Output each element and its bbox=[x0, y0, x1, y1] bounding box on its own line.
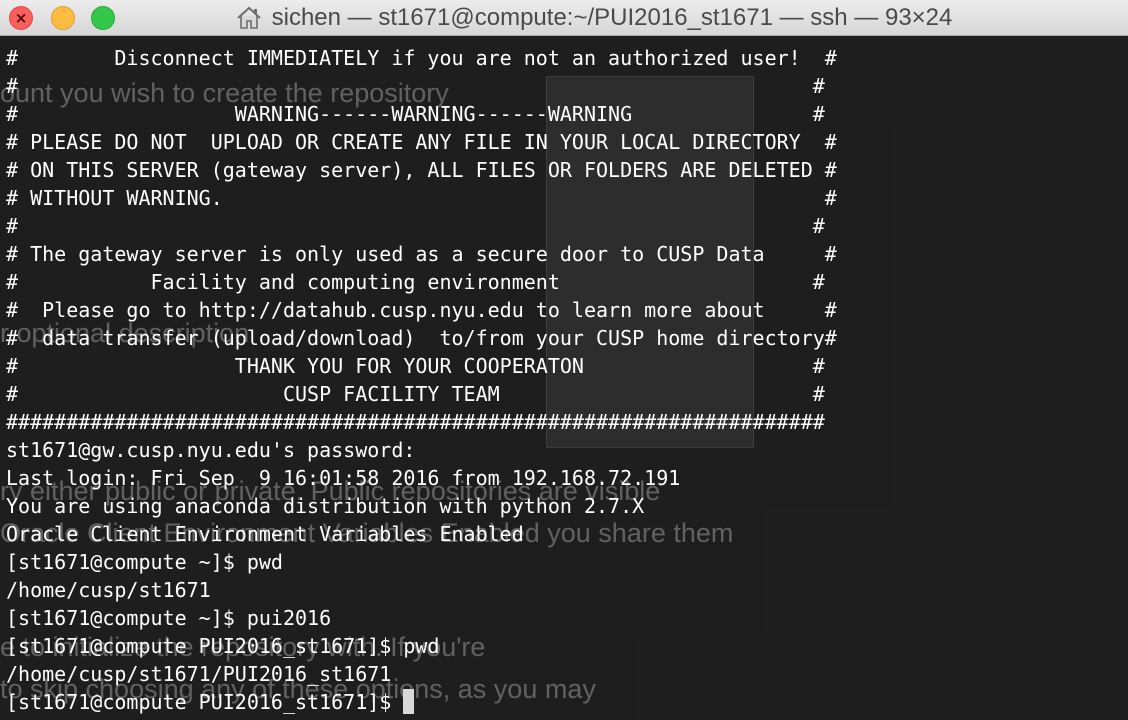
terminal-line: Last login: Fri Sep 9 16:01:58 2016 from… bbox=[6, 466, 681, 490]
terminal-line: # # bbox=[6, 214, 825, 238]
terminal-line: ########################################… bbox=[6, 410, 825, 434]
window-title: sichen — st1671@compute:~/PUI2016_st1671… bbox=[271, 4, 953, 31]
terminal-line: # data transfer (upload/download) to/fro… bbox=[6, 326, 837, 350]
terminal-line: # # bbox=[6, 74, 825, 98]
terminal-line: # CUSP FACILITY TEAM # bbox=[6, 382, 825, 406]
terminal-line: # Facility and computing environment # bbox=[6, 270, 825, 294]
terminal-line: You are using anaconda distribution with… bbox=[6, 494, 645, 518]
terminal-line: # THANK YOU FOR YOUR COOPERATON # bbox=[6, 354, 825, 378]
terminal-line: # ON THIS SERVER (gateway server), ALL F… bbox=[6, 158, 837, 182]
terminal-line: # The gateway server is only used as a s… bbox=[6, 242, 837, 266]
terminal-line: [st1671@compute ~]$ pui2016 bbox=[6, 606, 332, 630]
terminal-output: # Disconnect IMMEDIATELY if you are not … bbox=[6, 44, 837, 716]
terminal-content[interactable]: ount you wish to create the repository r… bbox=[0, 36, 1128, 720]
terminal-line: st1671@gw.cusp.nyu.edu's password: bbox=[6, 438, 416, 462]
terminal-line: # PLEASE DO NOT UPLOAD OR CREATE ANY FIL… bbox=[6, 130, 837, 154]
terminal-line: /home/cusp/st1671/PUI2016_st1671 bbox=[6, 662, 392, 686]
text-cursor bbox=[403, 689, 415, 714]
terminal-prompt-line[interactable]: [st1671@compute PUI2016_st1671]$ bbox=[6, 688, 837, 716]
shell-prompt: [st1671@compute PUI2016_st1671]$ bbox=[6, 690, 404, 714]
window-title-area: sichen — st1671@compute:~/PUI2016_st1671… bbox=[0, 0, 1128, 36]
terminal-line: # Disconnect IMMEDIATELY if you are not … bbox=[6, 46, 837, 70]
terminal-line: Oracle Client Environment Variables Enab… bbox=[6, 522, 524, 546]
terminal-line: # WITHOUT WARNING. # bbox=[6, 186, 837, 210]
terminal-line: # Please go to http://datahub.cusp.nyu.e… bbox=[6, 298, 837, 322]
terminal-line: /home/cusp/st1671 bbox=[6, 578, 211, 602]
terminal-line: [st1671@compute ~]$ pwd bbox=[6, 550, 283, 574]
terminal-line: # WARNING------WARNING------WARNING # bbox=[6, 102, 825, 126]
terminal-line: [st1671@compute PUI2016_st1671]$ pwd bbox=[6, 634, 440, 658]
title-bar[interactable]: × sichen — st1671@compute:~/PUI2016_st16… bbox=[0, 0, 1128, 36]
home-icon bbox=[236, 6, 261, 29]
terminal-window: × sichen — st1671@compute:~/PUI2016_st16… bbox=[0, 0, 1128, 720]
